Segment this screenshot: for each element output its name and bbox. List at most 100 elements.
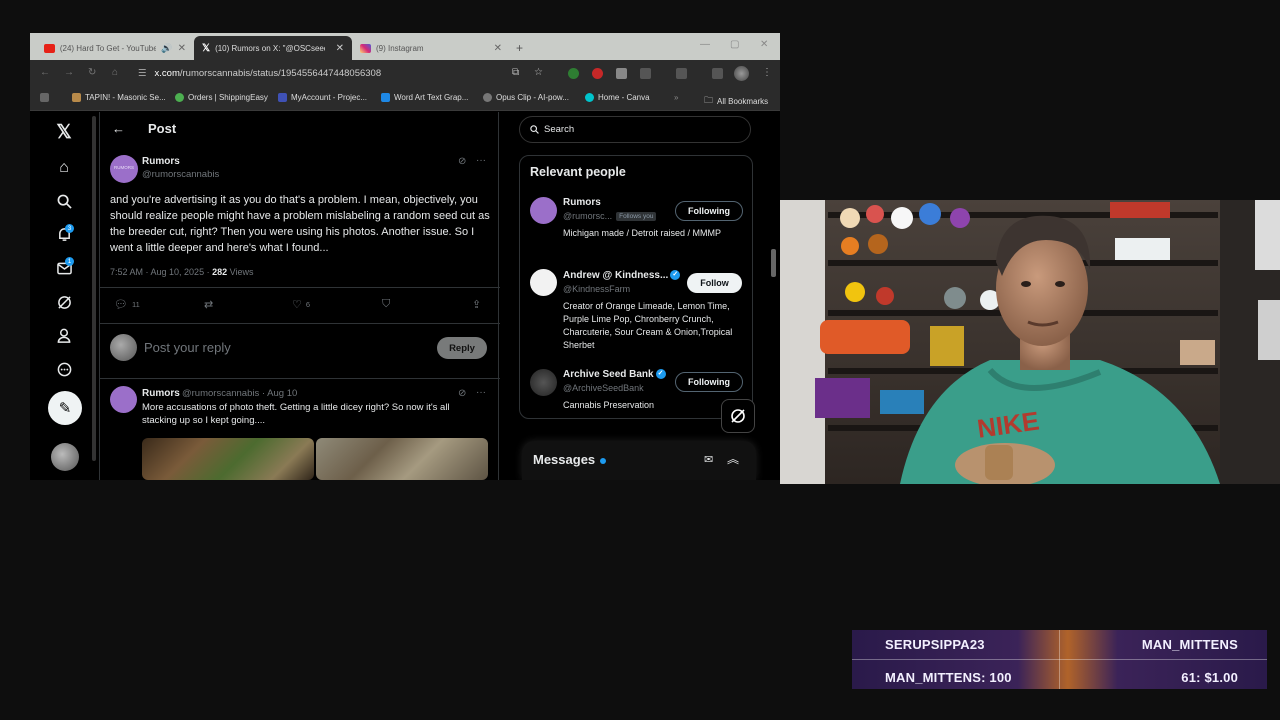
back-icon[interactable]: ←: [40, 67, 50, 78]
grok-floating-button[interactable]: [721, 399, 755, 433]
like-action[interactable]: ♡ 6: [292, 298, 310, 311]
bookmark-item[interactable]: MyAccount - Projec...: [278, 93, 367, 102]
scrollbar[interactable]: [92, 116, 96, 461]
site-info-icon[interactable]: ☰: [138, 68, 147, 79]
url-field[interactable]: ☰ x.com/rumorscannabis/status/1954556447…: [130, 64, 506, 83]
bookmark-item[interactable]: Home - Canva: [585, 93, 650, 102]
messages-envelope-icon[interactable]: 1: [54, 257, 74, 278]
close-tab-icon[interactable]: ✕: [336, 43, 344, 54]
grok-explain-icon[interactable]: ⊘: [458, 388, 466, 399]
account-avatar[interactable]: [51, 443, 79, 471]
bookmark-star-icon[interactable]: ☆: [534, 67, 543, 78]
profile-icon[interactable]: [54, 325, 74, 345]
extension-icon[interactable]: [568, 68, 579, 79]
person-handle[interactable]: @KindnessFarm: [563, 284, 630, 294]
person-avatar[interactable]: [530, 369, 557, 396]
person-avatar[interactable]: [530, 269, 557, 296]
minimize-icon[interactable]: —: [700, 39, 710, 50]
following-button[interactable]: Following: [675, 201, 743, 221]
post-header: ← Post: [100, 112, 500, 148]
post-timestamp[interactable]: 7:52 AM · Aug 10, 2025 ·: [110, 267, 212, 277]
reload-icon[interactable]: ↻: [88, 67, 96, 78]
more-circle-icon[interactable]: [54, 359, 74, 379]
reply-author-name[interactable]: Rumors: [142, 388, 180, 399]
expand-chevron-icon[interactable]: ︽: [727, 450, 739, 467]
compose-post-button[interactable]: ✎: [48, 391, 82, 425]
bookmark-favicon: [585, 93, 594, 102]
reply-author-avatar[interactable]: [110, 386, 137, 413]
author-handle[interactable]: @rumorscannabis: [142, 169, 219, 180]
tab-youtube[interactable]: (24) Hard To Get - YouTube 🔊 ✕: [36, 36, 194, 60]
person-name[interactable]: Andrew @ Kindness... ✓: [563, 270, 681, 281]
install-icon[interactable]: ⧉: [512, 67, 519, 78]
search-placeholder: Search: [544, 124, 575, 135]
search-icon: [530, 125, 539, 134]
home-icon[interactable]: ⌂: [54, 158, 74, 178]
new-tab-button[interactable]: +: [512, 36, 532, 60]
search-icon[interactable]: [54, 191, 74, 211]
profile-avatar[interactable]: [734, 66, 749, 81]
person-avatar[interactable]: [530, 197, 557, 224]
search-input[interactable]: Search: [519, 116, 751, 143]
share-action[interactable]: ⇪: [472, 298, 481, 311]
author-avatar[interactable]: RUMORS: [110, 155, 138, 183]
grok-icon[interactable]: [54, 292, 74, 312]
heart-icon: ♡: [292, 299, 302, 311]
messages-drawer[interactable]: Messages ✉ ︽: [522, 441, 756, 480]
my-avatar: [110, 334, 137, 361]
speaker-icon: 🔊: [161, 42, 173, 53]
maximize-icon[interactable]: ▢: [730, 39, 739, 50]
person-handle-text: @rumorsc...: [563, 211, 613, 221]
reply-handle-date[interactable]: @rumorscannabis · Aug 10: [182, 388, 297, 399]
person-handle[interactable]: @rumorsc... Follows you: [563, 211, 657, 222]
sidepanel-icon[interactable]: [676, 68, 687, 79]
more-options-icon[interactable]: ···: [476, 155, 486, 166]
tab-instagram[interactable]: (9) Instagram ✕: [352, 36, 510, 60]
reply-action[interactable]: 💬︎ 11: [114, 298, 140, 311]
extensions-puzzle-icon[interactable]: [640, 68, 651, 79]
close-window-icon[interactable]: ✕: [760, 39, 768, 50]
person-bio: Cannabis Preservation: [563, 400, 655, 410]
url-path: /rumorscannabis/status/19545564474480563…: [179, 68, 382, 79]
tab-x[interactable]: 𝕏 (10) Rumors on X: "@OSCseeds ✕: [194, 36, 352, 60]
back-arrow-icon[interactable]: ←: [112, 121, 125, 136]
follow-button[interactable]: Follow: [687, 273, 742, 293]
views-label: Views: [227, 267, 254, 277]
person-name[interactable]: Rumors: [563, 197, 601, 208]
bookmark-item[interactable]: Opus Clip - AI-pow...: [483, 93, 569, 102]
notifications-bell-icon[interactable]: 3: [54, 224, 74, 244]
reply-image[interactable]: [316, 438, 488, 480]
bookmark-item[interactable]: Orders | ShippingEasy: [175, 93, 268, 102]
bookmarks-overflow-button[interactable]: »: [674, 93, 678, 102]
person-handle[interactable]: @ArchiveSeedBank: [563, 383, 644, 393]
x-logo-icon[interactable]: 𝕏: [54, 122, 74, 143]
author-name[interactable]: Rumors: [142, 156, 180, 167]
person-bio: Creator of Orange Limeade, Lemon Time, P…: [563, 301, 733, 350]
home-icon[interactable]: ⌂: [112, 67, 118, 78]
reply-image[interactable]: [142, 438, 314, 480]
following-button[interactable]: Following: [675, 372, 743, 392]
all-bookmarks-label: All Bookmarks: [717, 96, 769, 106]
menu-kebab-icon[interactable]: ⋮: [762, 67, 772, 78]
bookmark-favicon: [381, 93, 390, 102]
apps-grid-icon[interactable]: [40, 93, 49, 102]
bookmark-item[interactable]: Word Art Text Grap...: [381, 93, 468, 102]
scrollbar[interactable]: [771, 249, 776, 277]
unread-dot: [600, 458, 606, 464]
repost-action[interactable]: ⇄: [204, 298, 213, 311]
bookmark-item[interactable]: TAPIN! - Masonic Se...: [72, 93, 166, 102]
person-name[interactable]: Archive Seed Bank ✓: [563, 369, 666, 380]
close-tab-icon[interactable]: ✕: [178, 43, 186, 54]
bookmark-action[interactable]: ⛉: [382, 298, 390, 311]
all-bookmarks-button[interactable]: 🗀 All Bookmarks: [704, 93, 768, 109]
grok-explain-icon[interactable]: ⊘: [458, 156, 466, 167]
extension-icon[interactable]: [616, 68, 627, 79]
reply-button[interactable]: Reply: [437, 337, 487, 359]
new-message-icon[interactable]: ✉: [704, 453, 713, 466]
close-tab-icon[interactable]: ✕: [494, 43, 502, 54]
extension-icon[interactable]: [592, 68, 603, 79]
download-icon[interactable]: [712, 68, 723, 79]
more-options-icon[interactable]: ···: [476, 387, 486, 398]
reply-input[interactable]: Post your reply: [144, 340, 231, 355]
forward-icon[interactable]: →: [64, 67, 74, 78]
